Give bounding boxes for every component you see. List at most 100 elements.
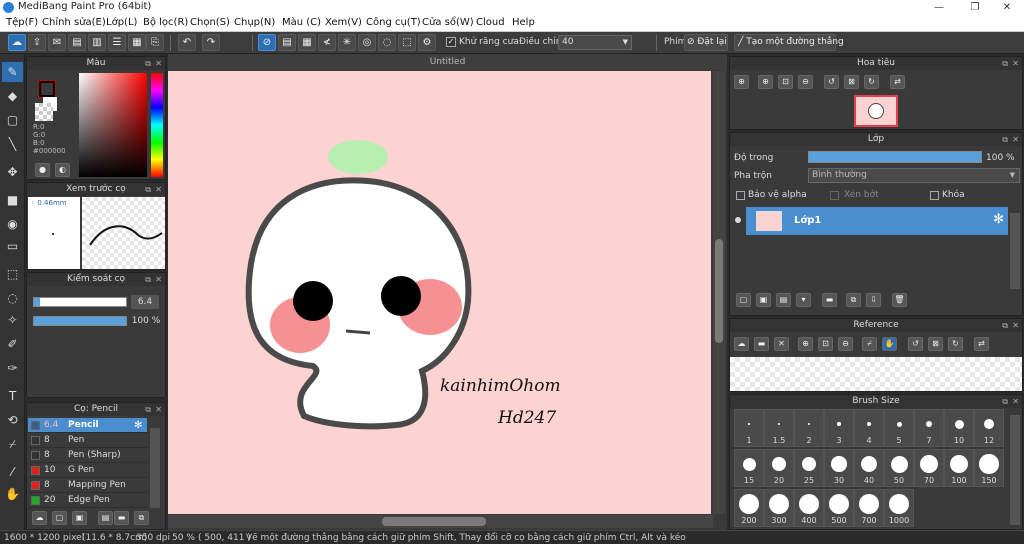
new-halftone-layer-icon[interactable]: ▣ (756, 293, 771, 307)
brush-size-preset[interactable]: 20 (764, 449, 794, 487)
cloud-brush-icon[interactable]: ☁ (32, 511, 47, 525)
rotate-right-icon[interactable]: ↻ (864, 75, 879, 89)
close-panel-icon[interactable]: ✕ (155, 273, 162, 286)
layer-visibility-toggle[interactable] (730, 207, 746, 235)
brush-size-preset[interactable]: 15 (734, 449, 764, 487)
eraser-tool-icon[interactable]: ◆ (2, 86, 23, 106)
brush-size-preset[interactable]: 50 (884, 449, 914, 487)
rotate-right-icon[interactable]: ↻ (948, 337, 963, 351)
grid-page-icon[interactable]: ▦ (128, 34, 146, 51)
menu-layer[interactable]: Lớp(L) (106, 17, 137, 28)
brush-size-preset[interactable]: 70 (914, 449, 944, 487)
new-folder-dropdown-icon[interactable]: ▾ (796, 293, 811, 307)
rotate-left-icon[interactable]: ↺ (908, 337, 923, 351)
close-window-button[interactable]: ✕ (990, 0, 1024, 15)
undo-icon[interactable]: ↶ (178, 34, 196, 51)
reset-view-icon[interactable]: ⊠ (844, 75, 859, 89)
export-icon[interactable]: ⎘ (146, 34, 164, 51)
dropper-icon[interactable]: ⌿ (862, 337, 877, 351)
menu-capture[interactable]: Chụp(N) (234, 17, 275, 28)
antialias-checkbox[interactable]: ✓ (446, 37, 456, 47)
brush-item-pen[interactable]: 8 Pen (28, 433, 147, 448)
brush-item-pencil[interactable]: 6.4 Pencil ✻ (28, 418, 147, 433)
brush-size-slider[interactable] (33, 297, 127, 307)
new-8bit-layer-icon[interactable]: ▤ (776, 293, 791, 307)
rotate-left-icon[interactable]: ↺ (824, 75, 839, 89)
zoom-out-icon[interactable]: ⊖ (838, 337, 853, 351)
adjust-select[interactable]: 40 ▼ (558, 35, 632, 50)
undock-icon[interactable]: ⧉ (145, 273, 151, 286)
brush-size-preset[interactable]: 1000 (884, 489, 914, 527)
close-panel-icon[interactable]: ✕ (155, 183, 162, 196)
brush-size-scrollbar[interactable] (1010, 415, 1020, 525)
zoom-out-icon[interactable]: ⊖ (798, 75, 813, 89)
zoom-in-icon[interactable]: ⊕ (758, 75, 773, 89)
gear-icon[interactable]: ✻ (134, 418, 142, 433)
menu-help[interactable]: Help (512, 17, 535, 28)
settings-gear-icon[interactable]: ⚙ (418, 34, 436, 51)
hand-tool-icon[interactable]: ✋ (2, 484, 23, 504)
brush-size-preset[interactable]: 10 (944, 409, 974, 447)
layer-scrollbar[interactable] (1010, 213, 1020, 289)
brush-size-preset[interactable]: 1 (734, 409, 764, 447)
fill-rect-tool-icon[interactable]: ■ (2, 190, 23, 210)
horizontal-scroll-thumb[interactable] (382, 517, 486, 526)
menu-view[interactable]: Xem(V) (325, 17, 362, 28)
dropper-tool-icon[interactable]: ⌿ (2, 434, 23, 454)
parallel-snap-icon[interactable]: ▤ (278, 34, 296, 51)
text-tool-icon[interactable]: T (2, 386, 23, 406)
flip-icon[interactable]: ⇄ (890, 75, 905, 89)
menu-window[interactable]: Cửa sổ(W) (422, 17, 474, 28)
share-icon[interactable]: ⇪ (28, 34, 46, 51)
blur-tool-icon[interactable]: ⁄ (2, 462, 23, 482)
grid-snap-icon[interactable]: ▦ (298, 34, 316, 51)
menu-filter[interactable]: Bộ lọc(R) (143, 17, 188, 28)
protect-alpha-checkbox[interactable] (736, 191, 745, 200)
add-brush-icon[interactable]: ▣ (72, 511, 87, 525)
select-eraser-tool-icon[interactable]: ✑ (2, 358, 23, 378)
trash-icon[interactable]: 🗑 (892, 293, 907, 307)
line-tool-icon[interactable]: ╲ (2, 134, 23, 154)
reset-button[interactable]: ⊘ Đặt lại (684, 34, 728, 51)
maximize-button[interactable]: ❐ (958, 0, 992, 15)
brush-item-mapping-pen[interactable]: 8 Mapping Pen (28, 478, 147, 493)
ellipse-snap-icon[interactable]: ⬚ (398, 34, 416, 51)
comment-icon[interactable]: ✉ (48, 34, 66, 51)
zoom-in-icon[interactable]: ⊕ (798, 337, 813, 351)
delete-brush-icon[interactable]: ▤ (98, 511, 113, 525)
reset-view-icon[interactable]: ⊠ (928, 337, 943, 351)
brush-size-preset[interactable]: 25 (794, 449, 824, 487)
move-tool-icon[interactable]: ✥ (2, 162, 23, 182)
close-panel-icon[interactable]: ✕ (1012, 319, 1019, 332)
close-panel-icon[interactable]: ✕ (155, 403, 162, 416)
lock-checkbox[interactable] (930, 191, 939, 200)
brush-size-preset[interactable]: 7 (914, 409, 944, 447)
layer-folder-icon[interactable]: ▬ (822, 293, 837, 307)
brush-opacity-field[interactable]: 100 % (131, 314, 161, 328)
brush-size-preset[interactable]: 150 (974, 449, 1004, 487)
foreground-color-swatch[interactable] (38, 80, 56, 98)
transparent-color-swatch[interactable] (35, 103, 53, 121)
duplicate-layer-icon[interactable]: ⧉ (846, 293, 861, 307)
close-panel-icon[interactable]: ✕ (155, 57, 162, 70)
brush-tool-icon[interactable]: ✎ (2, 62, 23, 82)
curve-snap-icon[interactable]: ◌ (378, 34, 396, 51)
brush-size-preset[interactable]: 40 (854, 449, 884, 487)
undock-icon[interactable]: ⧉ (1002, 133, 1008, 146)
close-panel-icon[interactable]: ✕ (1012, 133, 1019, 146)
open-reference-icon[interactable]: ▬ (754, 337, 769, 351)
color-history-icon[interactable]: ◐ (55, 163, 70, 177)
duplicate-brush-icon[interactable]: ⧉ (134, 511, 149, 525)
undock-icon[interactable]: ⧉ (1002, 395, 1008, 408)
menu-edit[interactable]: Chỉnh sửa(E) (42, 17, 106, 28)
cloud-reference-icon[interactable]: ☁ (734, 337, 749, 351)
brush-size-preset[interactable]: 12 (974, 409, 1004, 447)
undock-icon[interactable]: ⧉ (1002, 57, 1008, 70)
brush-item-edge-pen[interactable]: 20 Edge Pen (28, 493, 147, 508)
brush-list-scrollbar[interactable] (150, 428, 160, 508)
brush-size-preset[interactable]: 30 (824, 449, 854, 487)
menu-select[interactable]: Chọn(S) (190, 17, 230, 28)
undock-icon[interactable]: ⧉ (1002, 319, 1008, 332)
bucket-tool-icon[interactable]: ◉ (2, 214, 23, 234)
brush-size-preset[interactable]: 700 (854, 489, 884, 527)
